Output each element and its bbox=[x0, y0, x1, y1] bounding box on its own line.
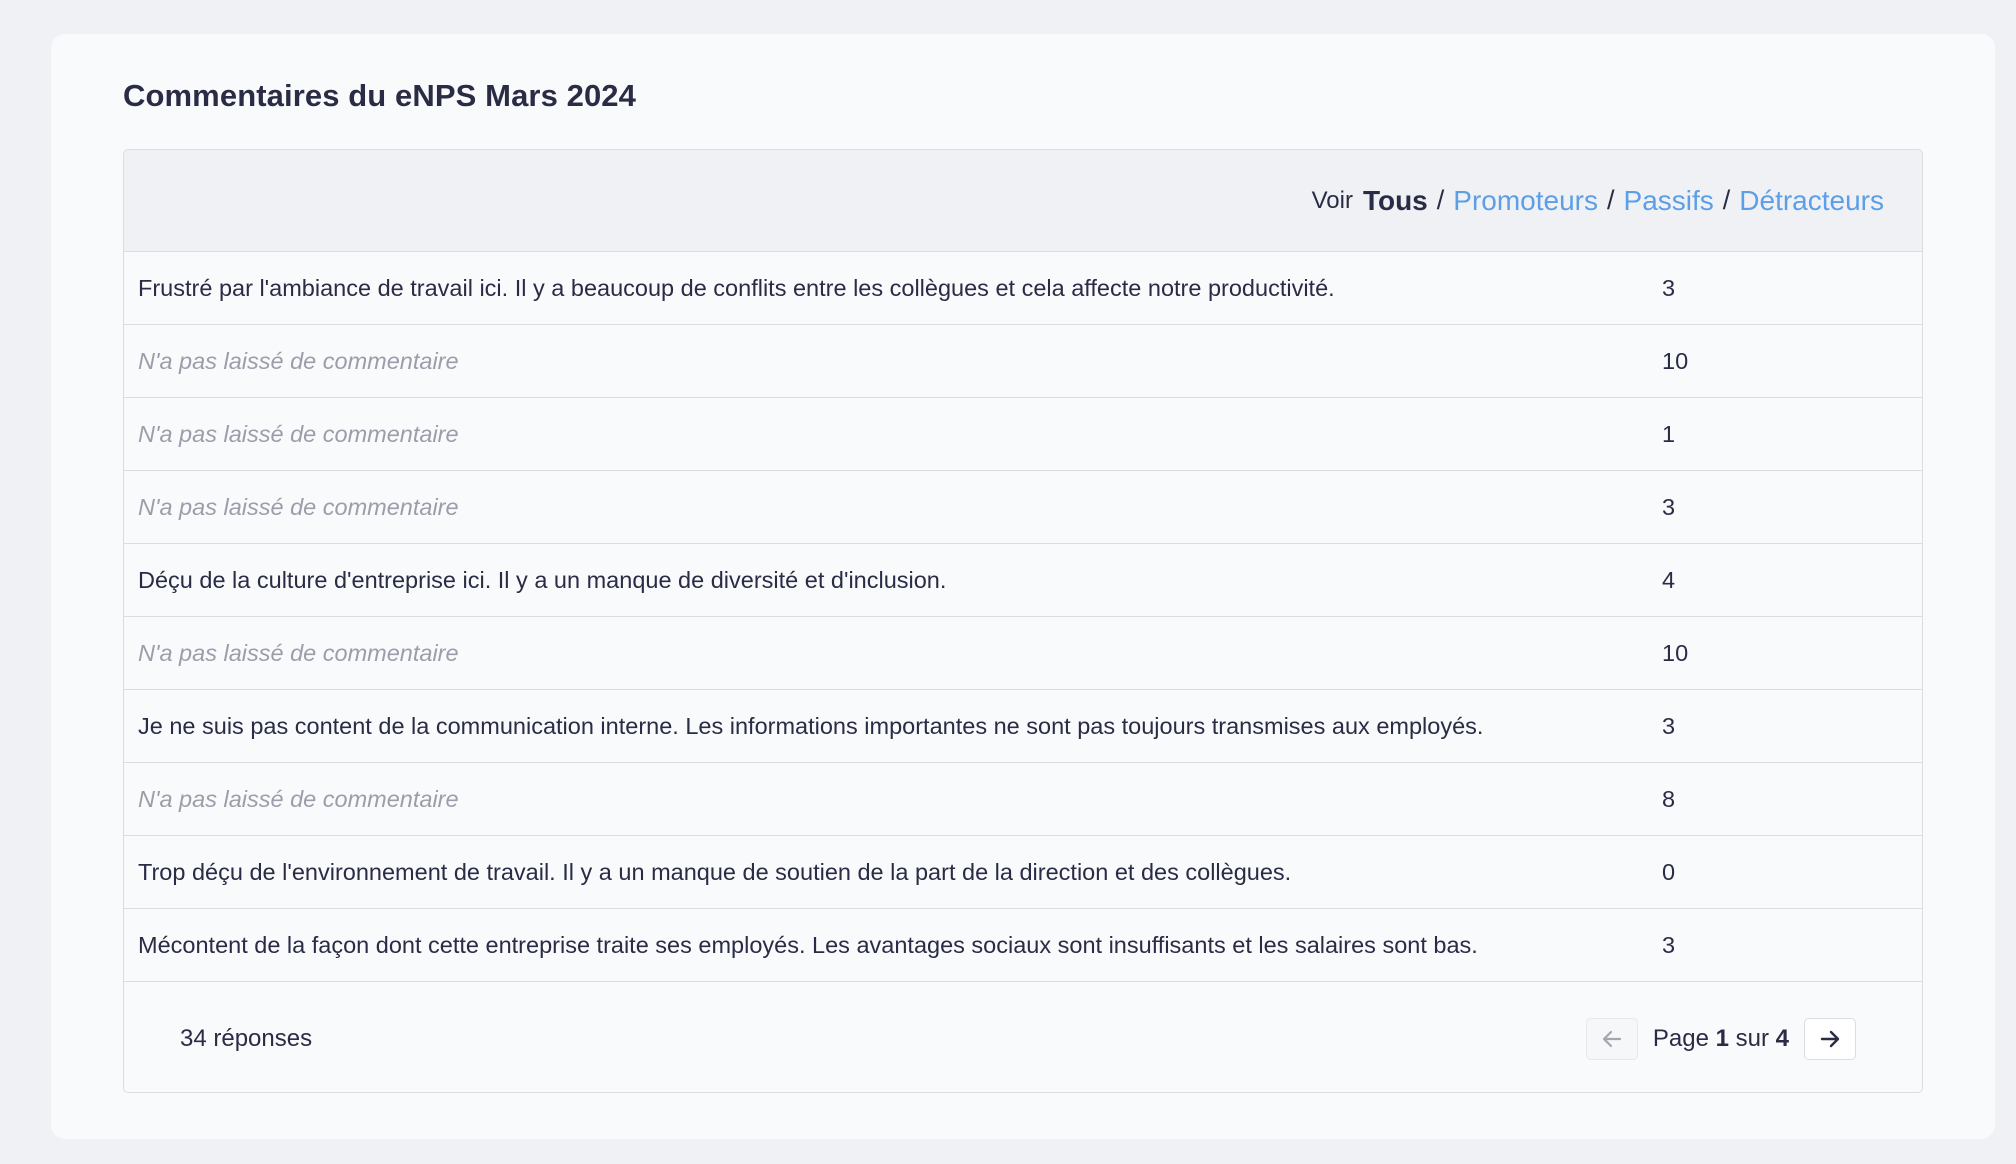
table-row: N'a pas laissé de commentaire 10 bbox=[124, 617, 1922, 690]
table-row: Trop déçu de l'environnement de travail.… bbox=[124, 836, 1922, 909]
score-value: 10 bbox=[1662, 347, 1689, 374]
arrow-right-icon bbox=[1820, 1030, 1840, 1048]
comment-text: N'a pas laissé de commentaire bbox=[138, 347, 459, 374]
response-count: 34 réponses bbox=[180, 1025, 313, 1052]
comment-text: Mécontent de la façon dont cette entrepr… bbox=[138, 931, 1478, 958]
page-current: 1 bbox=[1715, 1025, 1729, 1052]
table-row: N'a pas laissé de commentaire 10 bbox=[124, 325, 1922, 398]
pagination: Page 1 sur 4 bbox=[1585, 1017, 1856, 1061]
score-value: 1 bbox=[1662, 420, 1676, 447]
filter-separator: / bbox=[1436, 185, 1445, 215]
page-prefix: Page bbox=[1652, 1025, 1709, 1052]
comment-text: N'a pas laissé de commentaire bbox=[138, 785, 459, 812]
filter-tous-active[interactable]: Tous bbox=[1363, 185, 1428, 217]
arrow-left-icon bbox=[1602, 1030, 1621, 1048]
score-value: 3 bbox=[1662, 274, 1676, 301]
comment-text: N'a pas laissé de commentaire bbox=[138, 639, 459, 666]
comment-text: N'a pas laissé de commentaire bbox=[138, 420, 459, 447]
score-value: 8 bbox=[1662, 785, 1676, 812]
score-value: 4 bbox=[1662, 566, 1676, 593]
filter-separator: / bbox=[1607, 185, 1615, 215]
score-value: 10 bbox=[1662, 639, 1689, 666]
comments-table: Voir Tous / Promoteurs / Passifs / Détra… bbox=[123, 149, 1923, 1093]
filter-bar: Voir Tous / Promoteurs / Passifs / Détra… bbox=[124, 150, 1922, 252]
score-value: 3 bbox=[1662, 493, 1676, 520]
table-row: Je ne suis pas content de la communicati… bbox=[124, 690, 1922, 763]
filter-passifs-link[interactable]: Passifs bbox=[1624, 185, 1714, 217]
score-value: 0 bbox=[1662, 858, 1676, 885]
table-row: N'a pas laissé de commentaire 8 bbox=[124, 763, 1922, 836]
table-row: Frustré par l'ambiance de travail ici. I… bbox=[124, 252, 1922, 325]
filter-promoteurs-link[interactable]: Promoteurs bbox=[1453, 185, 1598, 217]
table-row: N'a pas laissé de commentaire 3 bbox=[124, 471, 1922, 544]
prev-page-button[interactable] bbox=[1585, 1018, 1638, 1060]
comments-list: Frustré par l'ambiance de travail ici. I… bbox=[124, 252, 1922, 982]
table-row: N'a pas laissé de commentaire 1 bbox=[124, 398, 1922, 471]
comment-text: Déçu de la culture d'entreprise ici. Il … bbox=[138, 566, 947, 593]
score-value: 3 bbox=[1662, 931, 1676, 958]
comment-text: Frustré par l'ambiance de travail ici. I… bbox=[138, 274, 1335, 301]
table-row: Mécontent de la façon dont cette entrepr… bbox=[124, 909, 1922, 982]
comments-card: Commentaires du eNPS Mars 2024 Voir Tous… bbox=[51, 34, 1995, 1139]
filter-detracteurs-link[interactable]: Détracteurs bbox=[1739, 185, 1884, 217]
page-total: 4 bbox=[1775, 1025, 1789, 1052]
next-page-button[interactable] bbox=[1804, 1018, 1856, 1060]
table-footer: 34 réponses Page 1 sur 4 bbox=[124, 982, 1922, 1092]
comment-text: Trop déçu de l'environnement de travail.… bbox=[138, 858, 1292, 885]
filter-voir-label: Voir bbox=[1311, 186, 1353, 214]
comment-text: N'a pas laissé de commentaire bbox=[138, 493, 459, 520]
filter-separator: / bbox=[1722, 185, 1731, 215]
score-value: 3 bbox=[1662, 712, 1676, 739]
card-title: Commentaires du eNPS Mars 2024 bbox=[123, 78, 636, 113]
page-indicator: Page 1 sur 4 bbox=[1653, 1025, 1789, 1053]
comment-text: Je ne suis pas content de la communicati… bbox=[138, 712, 1484, 739]
page-of: sur bbox=[1735, 1025, 1769, 1052]
table-row: Déçu de la culture d'entreprise ici. Il … bbox=[124, 544, 1922, 617]
